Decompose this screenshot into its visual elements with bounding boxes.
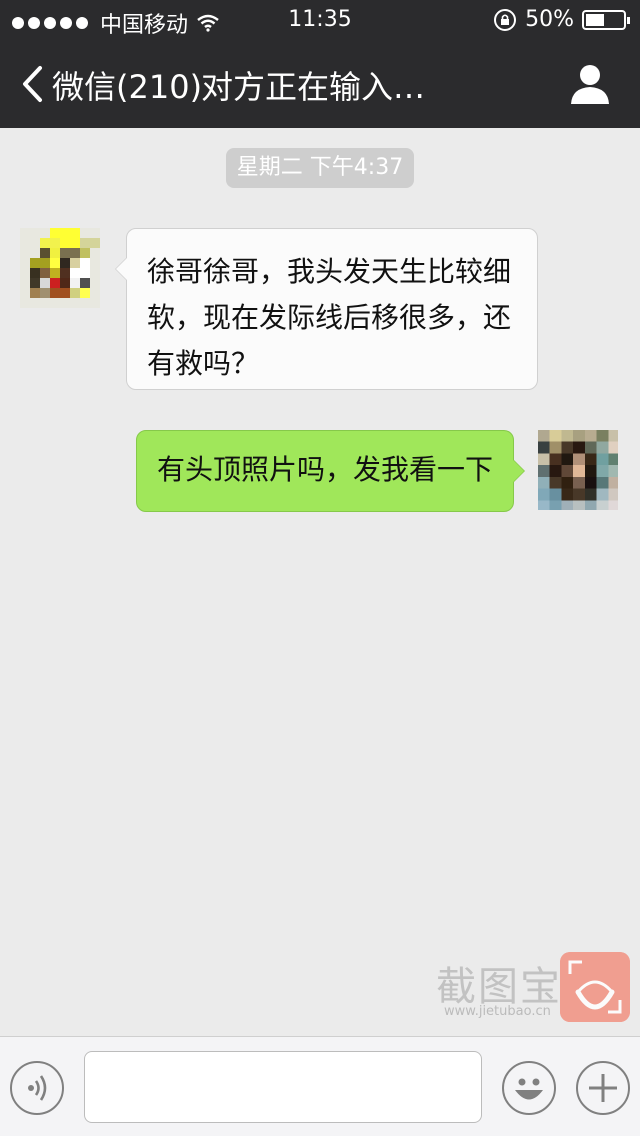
watermark-logo-icon: [560, 952, 630, 1022]
input-bar: [0, 1036, 640, 1136]
nav-bar: 微信(210) 对方正在输入…: [0, 40, 640, 128]
incoming-message-bubble[interactable]: 徐哥徐哥，我头发天生比较细软，现在发际线后移很多，还有救吗？: [115, 228, 538, 390]
back-button[interactable]: 微信(210): [52, 62, 202, 108]
back-chevron-icon[interactable]: [20, 64, 44, 104]
emoji-icon: [515, 1078, 543, 1100]
message-timestamp: 星期二 下午4:37: [226, 148, 414, 188]
status-right: 50%: [493, 7, 630, 32]
emoji-button[interactable]: [502, 1061, 556, 1115]
status-bar: 中国移动 11:35 50%: [0, 0, 640, 40]
contact-profile-icon[interactable]: [568, 62, 612, 106]
page-title: 对方正在输入…: [201, 68, 426, 106]
contact-avatar[interactable]: [20, 228, 100, 308]
voice-button[interactable]: [10, 1061, 64, 1115]
watermark-url: www.jietubao.cn: [444, 1004, 551, 1019]
rotation-lock-icon: [494, 8, 517, 31]
more-button[interactable]: [576, 1061, 630, 1115]
battery-percent: 50%: [525, 7, 574, 32]
plus-icon: [589, 1074, 617, 1102]
my-avatar[interactable]: [538, 430, 618, 510]
voice-icon: [28, 1075, 47, 1101]
battery-icon: [582, 9, 630, 30]
watermark: 截图宝 www.jietubao.cn: [436, 952, 636, 1026]
message-input[interactable]: [84, 1051, 482, 1123]
outgoing-message-bubble[interactable]: 有头顶照片吗，发我看一下: [136, 430, 525, 512]
